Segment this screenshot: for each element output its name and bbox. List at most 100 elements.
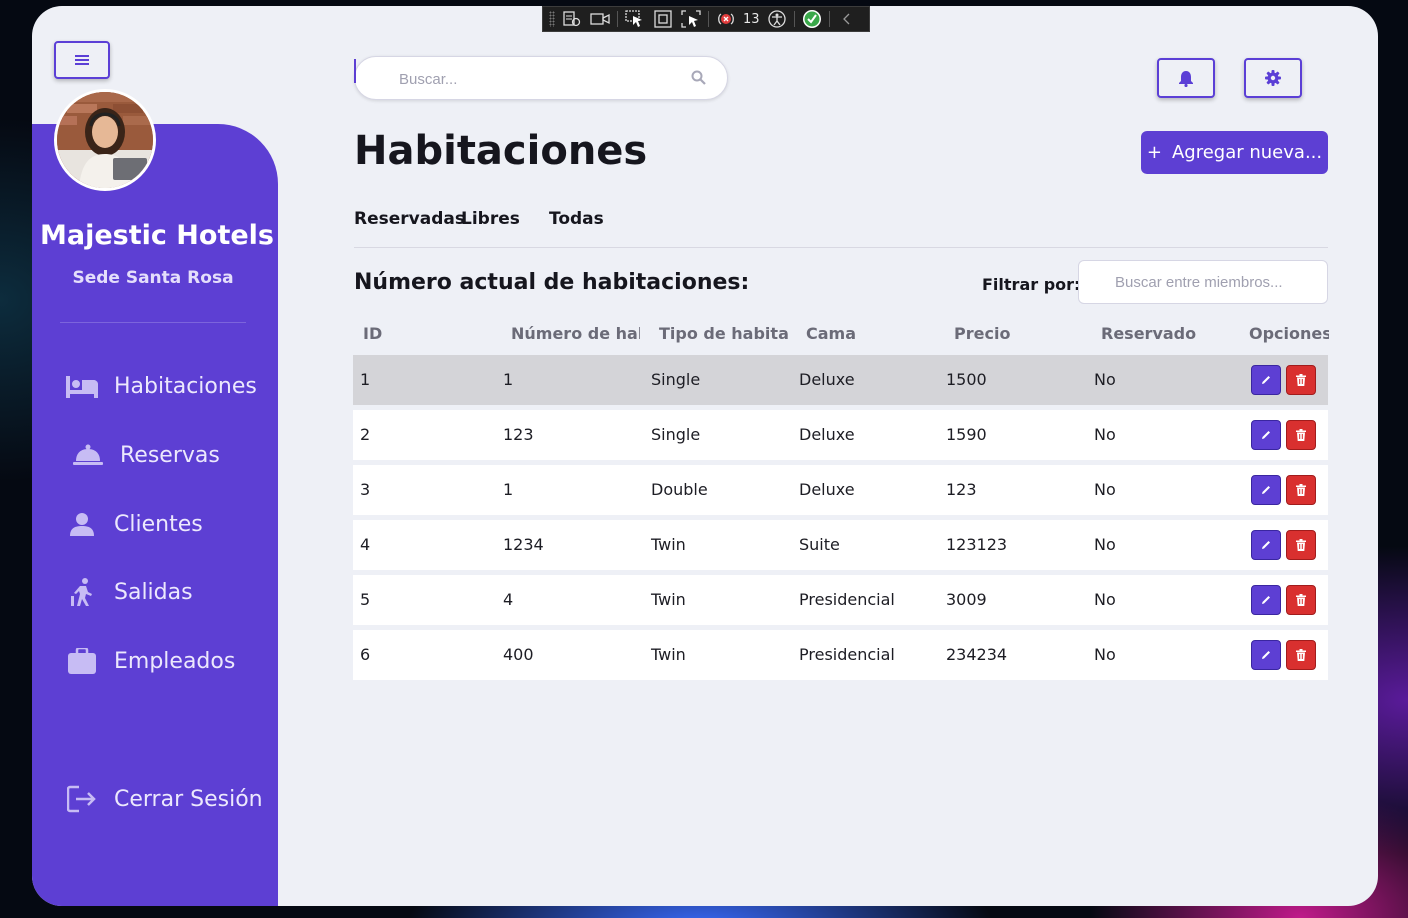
- cell-cama: Deluxe: [799, 480, 855, 499]
- collapse-icon[interactable]: [836, 9, 858, 29]
- cell-precio: 123123: [946, 535, 1008, 554]
- toolbar-separator: [617, 11, 618, 27]
- cell-reservado: No: [1094, 370, 1116, 389]
- trash-icon: [1296, 594, 1306, 606]
- logout-button[interactable]: Cerrar Sesión: [66, 785, 263, 813]
- search-icon[interactable]: [691, 70, 706, 85]
- delete-button[interactable]: [1286, 640, 1316, 670]
- sidebar-item-empleados[interactable]: Empleados: [66, 647, 235, 675]
- add-new-button[interactable]: + Agregar nueva...: [1141, 131, 1328, 174]
- delete-button[interactable]: [1286, 530, 1316, 560]
- delete-button[interactable]: [1286, 475, 1316, 505]
- settings-button[interactable]: [1244, 58, 1302, 98]
- notifications-button[interactable]: [1157, 58, 1215, 98]
- sidebar-item-label: Habitaciones: [114, 373, 257, 399]
- column-header-reservado[interactable]: Reservado: [1101, 324, 1230, 343]
- cell-reservado: No: [1094, 535, 1116, 554]
- pencil-icon: [1260, 374, 1272, 386]
- cell-numero: 400: [503, 645, 534, 664]
- cell-reservado: No: [1094, 590, 1116, 609]
- table-row[interactable]: 3 1 Double Deluxe 123 No: [353, 465, 1328, 515]
- column-header-cama[interactable]: Cama: [806, 324, 935, 343]
- search-input[interactable]: [397, 67, 681, 91]
- edit-button[interactable]: [1251, 420, 1281, 450]
- cell-id: 4: [360, 535, 371, 554]
- column-header-opciones: Opciones: [1249, 324, 1329, 343]
- trash-icon: [1296, 429, 1306, 441]
- delete-button[interactable]: [1286, 585, 1316, 615]
- display-layout-adorners-icon[interactable]: [652, 9, 674, 29]
- live-visual-tree-icon[interactable]: [561, 9, 583, 29]
- cell-id: 1: [360, 370, 371, 389]
- logout-label: Cerrar Sesión: [114, 786, 263, 812]
- edit-button[interactable]: [1251, 530, 1281, 560]
- edit-button[interactable]: [1251, 640, 1281, 670]
- pencil-icon: [1260, 539, 1272, 551]
- service-bell-icon: [72, 441, 104, 469]
- cell-reservado: No: [1094, 425, 1116, 444]
- cell-id: 2: [360, 425, 371, 444]
- bed-icon: [66, 372, 98, 400]
- edit-button[interactable]: [1251, 365, 1281, 395]
- toolbar-separator: [828, 11, 830, 27]
- page-title: Habitaciones: [354, 128, 648, 174]
- sidebar-item-clientes[interactable]: Clientes: [66, 510, 203, 538]
- column-header-precio[interactable]: Precio: [954, 324, 1083, 343]
- user-icon: [66, 510, 98, 538]
- tab-todas[interactable]: Todas: [549, 209, 604, 229]
- toolbar-separator: [708, 11, 709, 27]
- sidebar-item-label: Empleados: [114, 648, 236, 674]
- drag-grip-icon[interactable]: [549, 11, 555, 27]
- accessibility-icon[interactable]: [766, 9, 788, 29]
- sidebar-item-salidas[interactable]: Salidas: [66, 578, 193, 606]
- sidebar-item-habitaciones[interactable]: Habitaciones: [66, 372, 257, 400]
- column-header-tipo[interactable]: Tipo de habitació: [659, 324, 788, 343]
- edit-button[interactable]: [1251, 475, 1281, 505]
- menu-toggle-button[interactable]: [54, 41, 110, 79]
- cell-id: 6: [360, 645, 371, 664]
- sidebar-item-reservas[interactable]: Reservas: [72, 441, 220, 469]
- sidebar-divider: [60, 322, 246, 323]
- cell-precio: 1590: [946, 425, 987, 444]
- table-row[interactable]: 2 123 Single Deluxe 1590 No: [353, 410, 1328, 460]
- cell-precio: 3009: [946, 590, 987, 609]
- cell-cama: Presidencial: [799, 645, 895, 664]
- table-row[interactable]: 5 4 Twin Presidencial 3009 No: [353, 575, 1328, 625]
- binding-failures-icon[interactable]: [715, 9, 737, 29]
- cell-tipo: Single: [651, 370, 701, 389]
- trash-icon: [1296, 539, 1306, 551]
- pencil-icon: [1260, 649, 1272, 661]
- select-element-icon[interactable]: [624, 9, 646, 29]
- column-header-numero[interactable]: Número de habit: [511, 324, 640, 343]
- track-focus-icon[interactable]: [680, 9, 702, 29]
- cell-numero: 123: [503, 425, 534, 444]
- table-row[interactable]: 4 1234 Twin Suite 123123 No: [353, 520, 1328, 570]
- pencil-icon: [1260, 484, 1272, 496]
- edit-button[interactable]: [1251, 585, 1281, 615]
- record-icon[interactable]: [589, 9, 611, 29]
- filter-input[interactable]: [1078, 260, 1328, 304]
- cell-reservado: No: [1094, 480, 1116, 499]
- pencil-icon: [1260, 429, 1272, 441]
- column-header-id[interactable]: ID: [363, 324, 483, 343]
- table-row[interactable]: 6 400 Twin Presidencial 234234 No: [353, 630, 1328, 680]
- search-bar[interactable]: [354, 56, 728, 100]
- delete-button[interactable]: [1286, 365, 1316, 395]
- cell-precio: 234234: [946, 645, 1008, 664]
- filter-label: Filtrar por:: [982, 275, 1081, 294]
- text-caret: [354, 59, 356, 83]
- gear-icon: [1265, 70, 1281, 86]
- debug-toolbar: 13: [542, 6, 870, 32]
- cell-tipo: Single: [651, 425, 701, 444]
- hotel-branch: Sede Santa Rosa: [72, 268, 234, 288]
- delete-button[interactable]: [1286, 420, 1316, 450]
- cell-id: 5: [360, 590, 371, 609]
- cell-cama: Deluxe: [799, 370, 855, 389]
- hot-reload-ok-icon[interactable]: [801, 9, 823, 29]
- avatar[interactable]: [54, 89, 156, 191]
- tab-libres[interactable]: Libres: [461, 209, 520, 229]
- tab-reservadas[interactable]: Reservadas: [354, 209, 465, 229]
- table-row[interactable]: 1 1 Single Deluxe 1500 No: [353, 355, 1328, 405]
- cell-tipo: Twin: [651, 645, 686, 664]
- pencil-icon: [1260, 594, 1272, 606]
